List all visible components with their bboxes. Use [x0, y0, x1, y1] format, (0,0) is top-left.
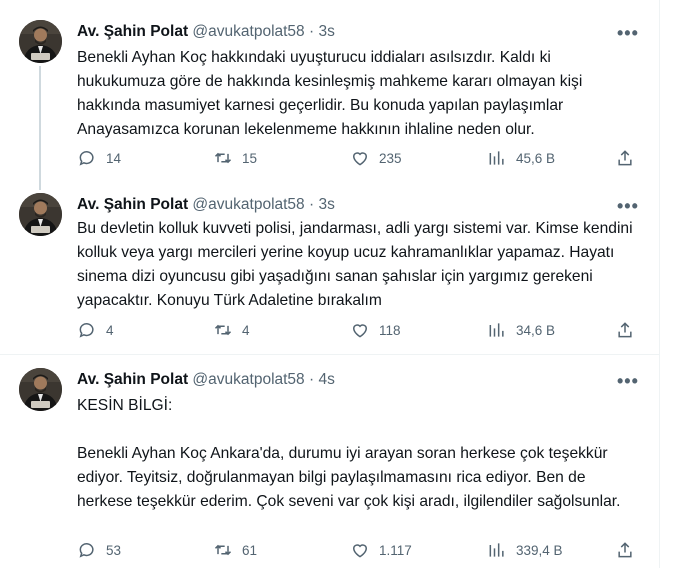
tweet[interactable]: Av. Şahin Polat @avukatpolat58 · 3s ••• …: [0, 0, 659, 186]
share-button[interactable]: [615, 146, 635, 170]
retweet-button[interactable]: 4: [213, 318, 250, 342]
views-icon: [489, 543, 504, 557]
reply-button[interactable]: 53: [77, 538, 121, 562]
author-name[interactable]: Av. Şahin Polat: [77, 196, 188, 213]
like-count: 235: [379, 150, 402, 166]
avatar[interactable]: [19, 368, 62, 411]
tweet-actions: 14 15 235 45,6 B: [77, 146, 635, 170]
heart-icon: [352, 544, 368, 558]
separator-dot: ·: [309, 196, 315, 213]
reply-icon: [79, 543, 94, 558]
views-count: 34,6 B: [516, 322, 556, 338]
reply-icon: [79, 151, 94, 166]
views-icon: [489, 323, 504, 337]
tweet-text: Benekli Ayhan Koç hakkındaki uyuşturucu …: [77, 46, 633, 142]
like-button[interactable]: 118: [350, 318, 401, 342]
share-button[interactable]: [615, 318, 635, 342]
share-icon: [618, 542, 632, 558]
reply-button[interactable]: 4: [77, 318, 114, 342]
like-button[interactable]: 1.117: [350, 538, 412, 562]
retweet-icon: [214, 152, 232, 164]
tweet-paragraph: Benekli Ayhan Koç hakkındaki uyuşturucu …: [77, 49, 583, 138]
tweet[interactable]: Av. Şahin Polat @avukatpolat58 · 3s ••• …: [0, 186, 659, 355]
timestamp[interactable]: 4s: [318, 371, 334, 388]
tweet-feed: Av. Şahin Polat @avukatpolat58 · 3s ••• …: [0, 0, 660, 568]
tweet[interactable]: Av. Şahin Polat @avukatpolat58 · 4s ••• …: [0, 355, 659, 568]
tweet-paragraph: Benekli Ayhan Koç Ankara'da, durumu iyi …: [77, 445, 621, 510]
author-handle[interactable]: @avukatpolat58: [192, 371, 304, 388]
retweet-count: 61: [242, 542, 258, 558]
author-name[interactable]: Av. Şahin Polat: [77, 371, 188, 388]
tweet-header: Av. Şahin Polat @avukatpolat58 · 3s: [77, 22, 619, 42]
tweet-header: Av. Şahin Polat @avukatpolat58 · 4s: [77, 370, 619, 390]
heart-icon: [352, 152, 368, 166]
tweet-text: KESİN BİLGİ: Benekli Ayhan Koç Ankara'da…: [77, 394, 633, 514]
like-count: 118: [379, 322, 401, 338]
retweet-button[interactable]: 61: [213, 538, 257, 562]
reply-icon: [79, 323, 94, 338]
views-button[interactable]: 45,6 B: [487, 146, 555, 170]
avatar-image: [19, 193, 62, 236]
tweet-actions: 53 61 1.117 339,4 B: [77, 538, 635, 562]
avatar[interactable]: [19, 20, 62, 63]
retweet-icon: [214, 324, 232, 336]
author-handle[interactable]: @avukatpolat58: [192, 196, 304, 213]
retweet-count: 4: [242, 322, 250, 338]
author-handle[interactable]: @avukatpolat58: [192, 23, 304, 40]
views-icon: [489, 151, 504, 165]
reply-count: 14: [106, 150, 122, 166]
separator-dot: ·: [309, 371, 315, 388]
retweet-count: 15: [242, 150, 258, 166]
reply-count: 4: [106, 322, 114, 338]
share-button[interactable]: [615, 538, 635, 562]
tweet-paragraph: Bu devletin kolluk kuvveti polisi, janda…: [77, 220, 633, 309]
like-count: 1.117: [379, 542, 412, 558]
avatar[interactable]: [19, 193, 62, 236]
reply-count: 53: [106, 542, 122, 558]
timestamp[interactable]: 3s: [318, 196, 334, 213]
views-button[interactable]: 339,4 B: [487, 538, 563, 562]
like-button[interactable]: 235: [350, 146, 402, 170]
views-button[interactable]: 34,6 B: [487, 318, 555, 342]
tweet-paragraph: KESİN BİLGİ:: [77, 397, 173, 414]
tweet-text: Bu devletin kolluk kuvveti polisi, janda…: [77, 217, 633, 313]
more-options-icon[interactable]: •••: [617, 24, 638, 47]
retweet-button[interactable]: 15: [213, 146, 257, 170]
views-count: 45,6 B: [516, 150, 556, 166]
tweet-actions: 4 4 118 34,6 B: [77, 318, 635, 342]
retweet-icon: [214, 544, 232, 556]
reply-button[interactable]: 14: [77, 146, 121, 170]
author-name[interactable]: Av. Şahin Polat: [77, 23, 188, 40]
share-icon: [618, 322, 632, 338]
share-icon: [618, 150, 632, 166]
timestamp[interactable]: 3s: [318, 23, 334, 40]
tweet-header: Av. Şahin Polat @avukatpolat58 · 3s: [77, 195, 619, 215]
views-count: 339,4 B: [516, 542, 563, 558]
more-options-icon[interactable]: •••: [617, 372, 638, 395]
avatar-image: [19, 368, 62, 411]
avatar-image: [19, 20, 62, 63]
heart-icon: [352, 324, 368, 338]
separator-dot: ·: [309, 23, 315, 40]
